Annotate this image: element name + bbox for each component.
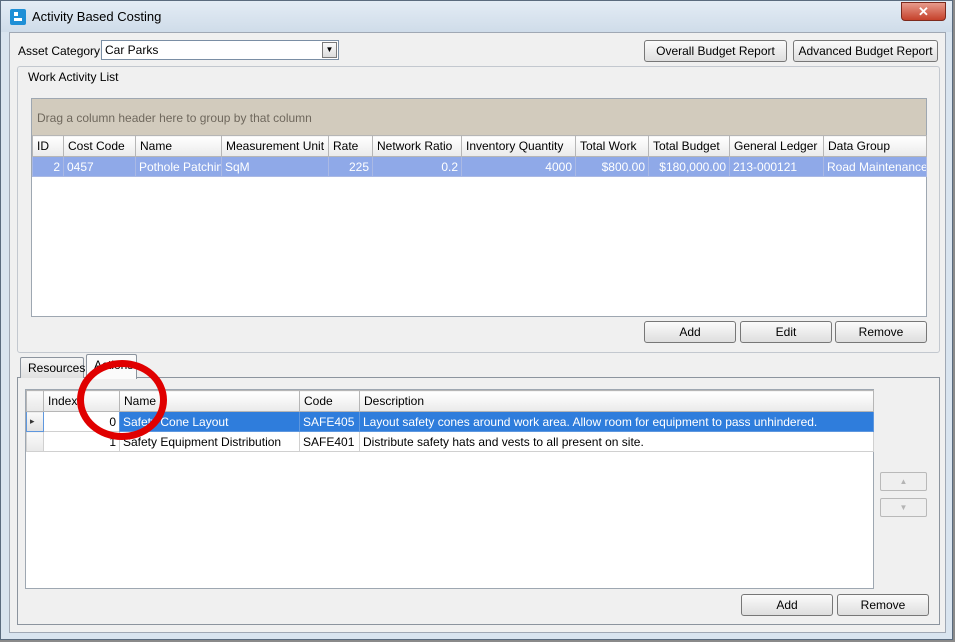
column-header-network-ratio[interactable]: Network Ratio	[372, 135, 462, 157]
cell-inventory-quantity[interactable]: 4000	[461, 156, 576, 177]
cell-description[interactable]: Layout safety cones around work area. Al…	[359, 411, 874, 432]
cell-data-group[interactable]: Road Maintenance	[823, 156, 927, 177]
column-header-code[interactable]: Code	[299, 390, 360, 412]
window-title: Activity Based Costing	[32, 9, 162, 24]
column-header-description[interactable]: Description	[359, 390, 874, 412]
cell-code[interactable]: SAFE401	[299, 431, 360, 452]
app-icon	[10, 9, 26, 25]
work-activity-header-row: ID Cost Code Name Measurement Unit Rate …	[32, 135, 927, 157]
cell-total-budget[interactable]: $180,000.00	[648, 156, 730, 177]
column-header-cost-code[interactable]: Cost Code	[63, 135, 136, 157]
move-up-button[interactable]: ▲	[880, 472, 927, 491]
work-activity-group-title: Work Activity List	[28, 70, 119, 84]
group-by-hint: Drag a column header here to group by th…	[37, 111, 312, 125]
cell-action-name[interactable]: Safety Equipment Distribution	[119, 431, 300, 452]
column-header-total-work[interactable]: Total Work	[575, 135, 649, 157]
work-activity-table: ID Cost Code Name Measurement Unit Rate …	[32, 135, 927, 177]
column-header-total-budget[interactable]: Total Budget	[648, 135, 730, 157]
cell-index[interactable]: 0	[43, 411, 120, 432]
column-header-index[interactable]: Index	[43, 390, 120, 412]
title-bar: Activity Based Costing ✕	[1, 1, 952, 32]
column-header-id[interactable]: ID	[32, 135, 64, 157]
column-header-name[interactable]: Name	[135, 135, 222, 157]
row-selector[interactable]	[26, 431, 44, 452]
row-selector-header[interactable]	[26, 390, 44, 412]
overall-budget-report-button[interactable]: Overall Budget Report	[644, 40, 787, 62]
column-header-measurement-unit[interactable]: Measurement Unit	[221, 135, 329, 157]
table-row[interactable]: 2 0457 Pothole Patching SqM 225 0.2 4000…	[32, 156, 927, 177]
cell-total-work[interactable]: $800.00	[575, 156, 649, 177]
cell-index[interactable]: 1	[43, 431, 120, 452]
current-row-indicator-icon[interactable]: ▸	[26, 411, 44, 432]
column-header-action-name[interactable]: Name	[119, 390, 300, 412]
group-by-panel[interactable]: Drag a column header here to group by th…	[32, 99, 926, 135]
actions-remove-button[interactable]: Remove	[837, 594, 929, 616]
actions-add-button[interactable]: Add	[741, 594, 833, 616]
asset-category-label: Asset Category:	[18, 44, 104, 58]
work-activity-grid[interactable]: Drag a column header here to group by th…	[31, 98, 927, 317]
table-row[interactable]: 1 Safety Equipment Distribution SAFE401 …	[26, 431, 874, 452]
move-down-button[interactable]: ▼	[880, 498, 927, 517]
cell-general-ledger[interactable]: 213-000121	[729, 156, 824, 177]
actions-table: Index Name Code Description ▸ 0 Safety C…	[26, 390, 874, 452]
column-header-data-group[interactable]: Data Group	[823, 135, 927, 157]
advanced-budget-report-button[interactable]: Advanced Budget Report	[793, 40, 938, 62]
cell-name[interactable]: Pothole Patching	[135, 156, 222, 177]
activity-costing-window: Activity Based Costing ✕ Asset Category:…	[0, 0, 953, 640]
tab-actions[interactable]: Actions	[86, 354, 137, 379]
column-header-general-ledger[interactable]: General Ledger	[729, 135, 824, 157]
cell-code[interactable]: SAFE405	[299, 411, 360, 432]
cell-description[interactable]: Distribute safety hats and vests to all …	[359, 431, 874, 452]
cell-cost-code[interactable]: 0457	[63, 156, 136, 177]
table-row[interactable]: ▸ 0 Safety Cone Layout SAFE405 Layout sa…	[26, 411, 874, 432]
tab-resources[interactable]: Resources	[20, 357, 85, 378]
actions-header-row: Index Name Code Description	[26, 390, 874, 412]
close-button[interactable]: ✕	[901, 2, 946, 21]
asset-category-value: Car Parks	[105, 43, 159, 57]
chevron-down-icon[interactable]: ▼	[322, 42, 337, 58]
cell-action-name[interactable]: Safety Cone Layout	[119, 411, 300, 432]
cell-measurement-unit[interactable]: SqM	[221, 156, 329, 177]
cell-network-ratio[interactable]: 0.2	[372, 156, 462, 177]
column-header-rate[interactable]: Rate	[328, 135, 373, 157]
cell-id[interactable]: 2	[32, 156, 64, 177]
cell-rate[interactable]: 225	[328, 156, 373, 177]
asset-category-dropdown[interactable]: Car Parks ▼	[101, 40, 339, 60]
column-header-inventory-quantity[interactable]: Inventory Quantity	[461, 135, 576, 157]
client-area: Asset Category: Car Parks ▼ Overall Budg…	[9, 32, 946, 633]
work-activity-remove-button[interactable]: Remove	[835, 321, 927, 343]
actions-grid[interactable]: Index Name Code Description ▸ 0 Safety C…	[25, 389, 874, 589]
work-activity-add-button[interactable]: Add	[644, 321, 736, 343]
work-activity-edit-button[interactable]: Edit	[740, 321, 832, 343]
